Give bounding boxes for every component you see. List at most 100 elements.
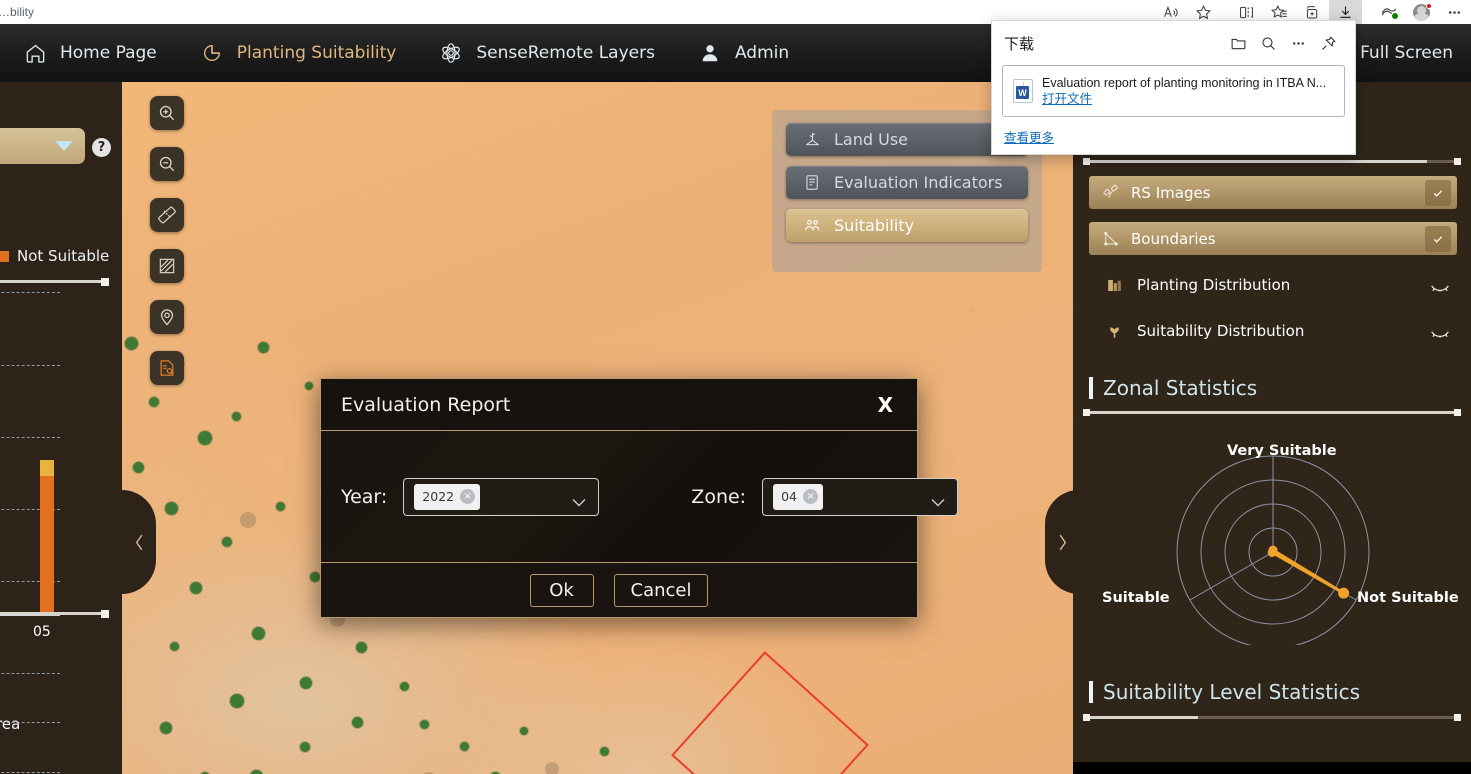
- nav-item-senseremote-layers[interactable]: SenseRemote Layers: [417, 24, 676, 82]
- profile-avatar-icon[interactable]: [1405, 0, 1438, 24]
- left-panel-slider[interactable]: [0, 278, 109, 286]
- pivot-field: [160, 722, 172, 734]
- browser-tab-title[interactable]: …bility: [0, 5, 34, 19]
- legend-swatch-not-suitable: [0, 250, 9, 262]
- pin-icon[interactable]: [1313, 28, 1343, 58]
- zoom-in-tool-button[interactable]: [150, 96, 184, 130]
- zonal-statistics-divider[interactable]: [1083, 409, 1461, 416]
- mode-button-evaluation-indicators[interactable]: Evaluation Indicators: [786, 166, 1028, 199]
- downloads-title: 下载: [1004, 35, 1035, 53]
- eye-off-icon[interactable]: [1429, 274, 1451, 296]
- chart-gridline: [0, 722, 60, 723]
- measure-distance-tool-button[interactable]: [150, 198, 184, 232]
- layer-row-boundaries[interactable]: Boundaries: [1089, 222, 1457, 255]
- left-panel-slider-2[interactable]: [0, 610, 109, 618]
- sublayer-row-suitability-distribution[interactable]: Suitability Distribution: [1091, 316, 1457, 346]
- bar-not-suitable: [40, 460, 54, 615]
- layer-checkbox-boundaries[interactable]: [1425, 225, 1451, 252]
- layer-row-rs-images[interactable]: RS Images: [1089, 176, 1457, 209]
- zonal-statistics-label: Zonal Statistics: [1103, 376, 1258, 400]
- year-chip-remove-button[interactable]: ×: [460, 489, 476, 504]
- ok-button[interactable]: Ok: [529, 574, 594, 607]
- browser-more-icon[interactable]: [1438, 0, 1471, 24]
- word-document-icon: [1013, 79, 1033, 103]
- year-chip: 2022 ×: [414, 483, 481, 510]
- mode-label-land-use: Land Use: [834, 130, 908, 149]
- download-filename: Evaluation report of planting monitoring…: [1042, 75, 1327, 90]
- search-icon[interactable]: [1253, 28, 1283, 58]
- mode-button-suitability[interactable]: Suitability: [786, 209, 1028, 242]
- measure-area-tool-button[interactable]: [150, 249, 184, 283]
- home-icon: [22, 40, 48, 66]
- left-panel-dropdown[interactable]: [0, 128, 85, 164]
- report-tool-button[interactable]: [150, 351, 184, 385]
- chart-gridline: [0, 292, 60, 293]
- nav-item-home-page[interactable]: Home Page: [0, 24, 178, 82]
- right-panel-collapse-handle[interactable]: [1045, 490, 1079, 594]
- chart-gridline: [0, 772, 60, 773]
- cancel-button[interactable]: Cancel: [613, 574, 709, 607]
- pivot-field-faded: [240, 512, 256, 528]
- pivot-field: [420, 720, 429, 729]
- right-layers-panel: RS Images Boundaries Planting Distributi…: [1073, 82, 1471, 774]
- year-select[interactable]: 2022 ×: [403, 477, 600, 516]
- zone-chip: 04 ×: [773, 483, 823, 510]
- section-title-suitability-level: Suitability Level Statistics: [1089, 680, 1360, 704]
- download-see-more-link[interactable]: 查看更多: [992, 117, 1355, 146]
- download-item[interactable]: Evaluation report of planting monitoring…: [1002, 65, 1345, 117]
- pivot-field: [170, 642, 179, 651]
- chart-gridline: [0, 437, 60, 438]
- chart-gridline: [0, 365, 60, 366]
- layer-label-rs-images: RS Images: [1131, 183, 1211, 202]
- radar-point-suitable: [1267, 548, 1277, 557]
- pie-chart-icon: [199, 40, 225, 66]
- zone-select[interactable]: 04 ×: [762, 477, 959, 516]
- sublayer-label-suitability-distribution: Suitability Distribution: [1137, 322, 1305, 340]
- table-header-row: Very Suitable (%) Suitable (%) Not Suita…: [1073, 762, 1471, 774]
- pivot-field: [300, 742, 310, 752]
- layer-checkbox-rs-images[interactable]: [1425, 179, 1451, 206]
- nav-label-senseremote-layers: SenseRemote Layers: [476, 43, 655, 63]
- radar-series-polygon: [1270, 548, 1346, 595]
- nav-item-admin[interactable]: Admin: [676, 24, 810, 82]
- suitability-statistics-table: Very Suitable (%) Suitable (%) Not Suita…: [1073, 762, 1471, 774]
- downloads-flyout-header: 下载: [992, 21, 1355, 65]
- chevron-down-icon: [55, 141, 73, 151]
- dialog-close-button[interactable]: X: [874, 393, 897, 417]
- chevron-down-icon[interactable]: [931, 492, 945, 511]
- folder-icon[interactable]: [1223, 28, 1253, 58]
- dialog-body: Year: 2022 × Zone: 04 ×: [321, 431, 959, 563]
- pivot-field: [356, 642, 367, 653]
- pivot-field: [520, 727, 528, 735]
- radar-axis-label-not-suitable: Not Suitable: [1357, 590, 1459, 606]
- chart-gridline: [0, 673, 60, 674]
- copilot-icon[interactable]: [1372, 0, 1405, 24]
- chart-axis-line: [0, 615, 60, 616]
- nav-item-planting-suitability[interactable]: Planting Suitability: [178, 24, 418, 82]
- more-options-icon[interactable]: [1283, 28, 1313, 58]
- pivot-field: [149, 397, 159, 407]
- zoom-out-tool-button[interactable]: [150, 147, 184, 181]
- profile-alert-badge: [1426, 3, 1432, 9]
- nav-label-admin: Admin: [734, 43, 790, 63]
- planting-distribution-icon: [1103, 274, 1125, 296]
- sublayer-row-planting-distribution[interactable]: Planting Distribution: [1091, 270, 1457, 300]
- pivot-field: [222, 537, 232, 547]
- eye-off-icon[interactable]: [1429, 320, 1451, 342]
- locate-tool-button[interactable]: [150, 300, 184, 334]
- pivot-field-faded: [545, 762, 559, 774]
- pivot-field: [600, 747, 609, 756]
- help-icon[interactable]: ?: [92, 138, 111, 157]
- download-open-file-link[interactable]: 打开文件: [1042, 91, 1326, 108]
- suitability-level-divider[interactable]: [1083, 714, 1461, 721]
- downloads-flyout: 下载 Evaluation report of planting monitor…: [991, 20, 1356, 155]
- zone-chip-remove-button[interactable]: ×: [802, 489, 818, 504]
- year-chip-value: 2022: [422, 489, 455, 504]
- zone-label: Zone:: [691, 485, 747, 508]
- atom-icon: [438, 40, 464, 66]
- map-tool-bar: [150, 45, 184, 385]
- right-panel-slider[interactable]: [1083, 158, 1461, 165]
- chevron-down-icon[interactable]: [572, 492, 586, 511]
- full-screen-button[interactable]: Full Screen: [1360, 24, 1453, 82]
- pivot-field: [125, 337, 138, 350]
